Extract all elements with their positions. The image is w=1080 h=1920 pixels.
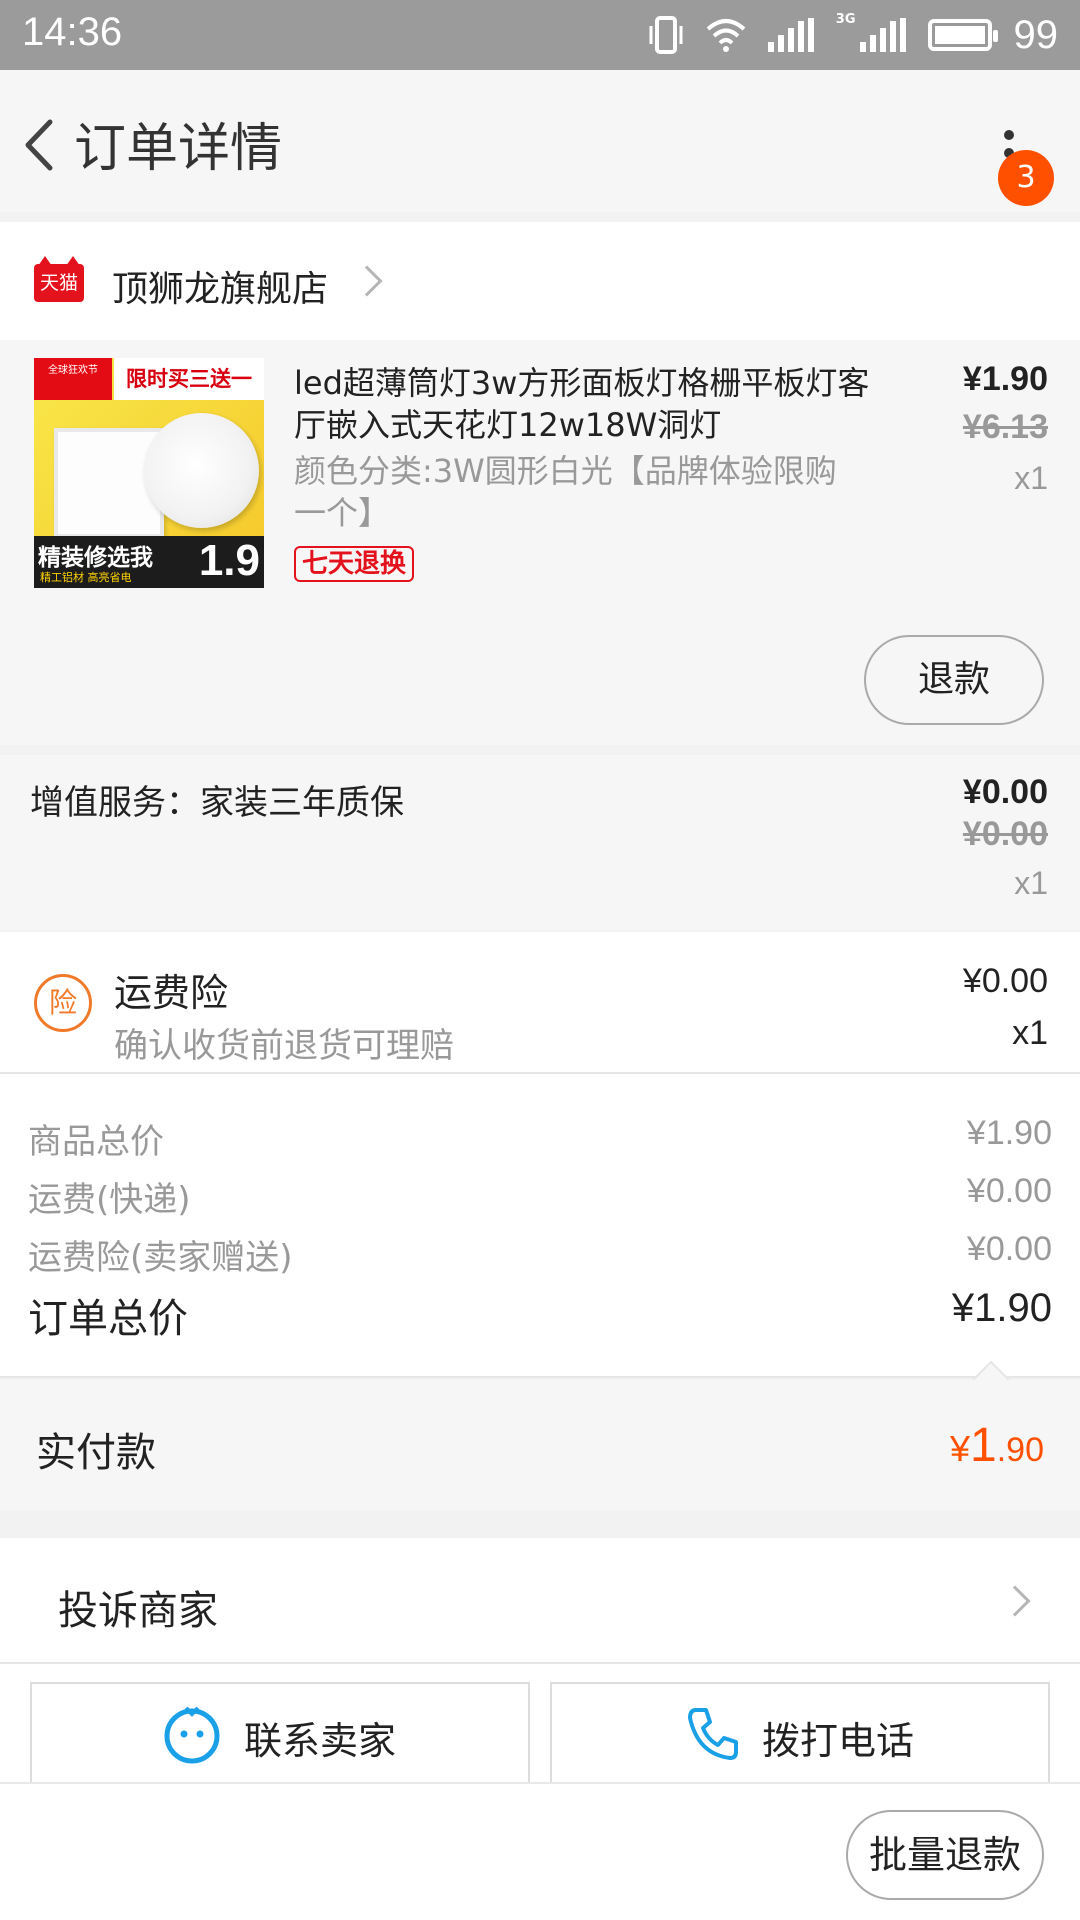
thumb-bottom-strip: 精装修选我 精工铝材 高亮省电 1.9 <box>34 536 264 588</box>
bottom-action-bar: 批量退款 <box>0 1782 1080 1920</box>
thumb-banner: 全球狂欢节 限时买三送一 <box>34 358 264 400</box>
product-title: led超薄筒灯3w方形面板灯格栅平板灯客厅嵌入式天花灯12w18W洞灯 <box>294 364 870 444</box>
product-price: ¥1.90 <box>962 360 1048 398</box>
page-title: 订单详情 <box>74 119 283 179</box>
phone-icon <box>688 1708 738 1760</box>
batch-refund-button[interactable]: 批量退款 <box>846 1810 1044 1900</box>
insurance-quantity: x1 <box>1012 1014 1048 1052</box>
back-icon[interactable] <box>14 110 64 180</box>
network-type: 3G <box>835 12 856 27</box>
signal-icon-secondary <box>859 18 906 52</box>
notification-badge: 3 <box>998 150 1054 206</box>
service-quantity: x1 <box>1014 865 1048 901</box>
return-policy-tag: 七天退换 <box>294 546 415 582</box>
battery-icon <box>927 19 998 51</box>
call-button[interactable]: 拨打电话 <box>550 1682 1050 1784</box>
summary-value: ¥0.00 <box>966 1172 1052 1210</box>
contact-seller-label: 联系卖家 <box>244 1719 397 1763</box>
insurance-price-col: ¥0.00 x1 <box>963 962 1048 1053</box>
wifi-icon <box>706 19 746 52</box>
paid-amount-row: 实付款 ¥1.90 <box>0 1380 1080 1510</box>
paid-integer: 1 <box>970 1419 997 1472</box>
shop-row[interactable]: 天猫 顶狮龙旗舰店 <box>0 222 1080 340</box>
tmall-logo-icon: 天猫 <box>34 256 84 302</box>
insurance-price: ¥0.00 <box>962 962 1048 1000</box>
summary-value: ¥1.90 <box>966 1114 1052 1152</box>
product-quantity: x1 <box>1014 460 1048 496</box>
status-bar: 14:36 3G 99 <box>0 0 1080 70</box>
shipping-insurance: 险 运费险 确认收货前退货可理赔 ¥0.00 x1 <box>0 932 1080 1074</box>
order-total-label: 订单总价 <box>28 1296 188 1342</box>
signal-icon <box>767 18 814 52</box>
order-total-value: ¥1.90 <box>951 1286 1052 1330</box>
thumb-banner-text: 限时买三送一 <box>114 358 264 400</box>
summary-row: 运费险(卖家赠送) ¥0.00 <box>28 1230 1052 1280</box>
service-price-col: ¥0.00 ¥0.00 x1 <box>963 773 1048 902</box>
order-total-row: 订单总价 ¥1.90 <box>28 1286 1052 1342</box>
service-price: ¥0.00 <box>962 773 1048 811</box>
summary-label: 运费(快递) <box>28 1180 191 1220</box>
contact-seller-button[interactable]: 联系卖家 <box>30 1682 530 1784</box>
shop-name: 顶狮龙旗舰店 <box>112 269 329 310</box>
insurance-desc: 确认收货前退货可理赔 <box>114 1026 454 1066</box>
thumb-bottom-main: 精装修选我 <box>38 545 153 571</box>
contact-actions: 联系卖家 拨打电话 <box>0 1664 1080 1784</box>
summary-label: 运费险(卖家赠送) <box>28 1238 293 1278</box>
complaint-label: 投诉商家 <box>58 1588 218 1634</box>
chat-robot-icon <box>164 1706 220 1764</box>
product-price-col: ¥1.90 ¥6.13 x1 <box>963 360 1048 497</box>
summary-label: 商品总价 <box>28 1122 164 1162</box>
product-item[interactable]: 全球狂欢节 限时买三送一 精装修选我 精工铝材 高亮省电 1.9 led超薄筒灯… <box>0 340 1080 745</box>
summary-row: 运费(快递) ¥0.00 <box>28 1172 1052 1222</box>
refund-button[interactable]: 退款 <box>864 635 1044 725</box>
status-icons: 3G 99 <box>648 12 1058 58</box>
round-panel-light <box>144 413 259 528</box>
product-thumbnail[interactable]: 全球狂欢节 限时买三送一 精装修选我 精工铝材 高亮省电 1.9 <box>34 358 264 588</box>
summary-row: 商品总价 ¥1.90 <box>28 1114 1052 1164</box>
call-label: 拨打电话 <box>762 1719 915 1763</box>
battery-fill <box>934 26 985 44</box>
thumb-bottom-sub: 精工铝材 高亮省电 <box>40 571 132 584</box>
insurance-title: 运费险 <box>114 971 229 1015</box>
product-original-price: ¥6.13 <box>962 408 1048 446</box>
summary-value: ¥0.00 <box>966 1230 1052 1268</box>
service-original-price: ¥0.00 <box>962 815 1048 853</box>
thumb-price: 1.9 <box>198 536 260 585</box>
complaint-row[interactable]: 投诉商家 <box>0 1538 1080 1664</box>
order-summary: 商品总价 ¥1.90 运费(快递) ¥0.00 运费险(卖家赠送) ¥0.00 … <box>0 1074 1080 1378</box>
paid-value: ¥1.90 <box>950 1418 1044 1473</box>
product-spec: 颜色分类:3W圆形白光【品牌体验限购一个】 <box>294 452 837 532</box>
thumb-top-left: 全球狂欢节 <box>34 358 112 400</box>
chevron-right-icon <box>999 1585 1031 1617</box>
paid-decimal: .90 <box>996 1431 1044 1469</box>
value-added-service: 增值服务：家装三年质保 ¥0.00 ¥0.00 x1 <box>0 755 1080 930</box>
insurance-icon: 险 <box>34 974 92 1032</box>
paid-label: 实付款 <box>36 1430 156 1476</box>
vibrate-icon <box>649 16 683 54</box>
service-label: 增值服务：家装三年质保 <box>30 783 404 823</box>
status-time: 14:36 <box>22 10 123 54</box>
battery-level: 99 <box>1013 12 1059 57</box>
chevron-right-icon <box>351 265 383 297</box>
app-header: 订单详情 3 <box>0 70 1080 212</box>
paid-currency: ¥ <box>950 1428 971 1469</box>
